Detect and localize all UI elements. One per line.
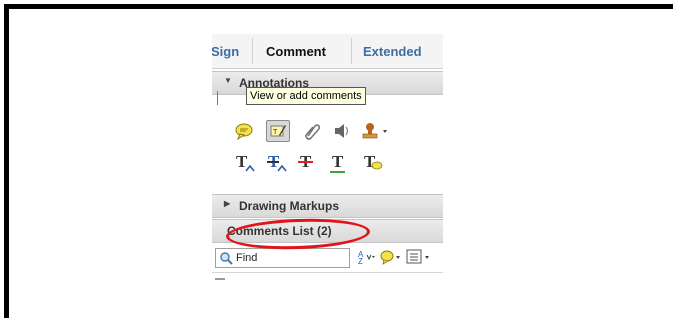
replace-text-icon[interactable]: T <box>266 152 288 174</box>
divider <box>217 91 218 105</box>
record-audio-icon[interactable] <box>330 120 354 142</box>
tab-comment[interactable]: Comment <box>266 44 326 59</box>
find-input[interactable]: Find <box>215 248 350 268</box>
svg-text:Z: Z <box>358 257 363 265</box>
frame-border-top <box>4 4 673 9</box>
insert-text-icon[interactable]: T <box>234 152 256 174</box>
tab-bar: Sign Comment Extended <box>212 34 443 69</box>
add-note-to-text-icon[interactable]: T <box>362 152 384 174</box>
filter-comments-icon[interactable] <box>380 249 402 270</box>
underline-icon[interactable]: T <box>330 152 352 174</box>
highlight-text-icon[interactable]: T <box>266 120 290 142</box>
tab-divider <box>252 38 253 64</box>
comments-toolbar: Find A Z <box>212 246 443 270</box>
comment-panel: Sign Comment Extended ▼ Annotations T T … <box>212 34 443 318</box>
sort-icon[interactable]: A Z <box>357 249 377 270</box>
view-or-add-comments-tooltip: View or add comments <box>246 87 366 105</box>
tab-extended[interactable]: Extended <box>363 44 422 59</box>
options-menu-icon[interactable] <box>406 249 432 270</box>
strikethrough-icon[interactable]: T <box>298 152 320 174</box>
tab-sign[interactable]: Sign <box>212 44 239 59</box>
search-icon <box>220 252 233 265</box>
attach-file-icon[interactable] <box>300 120 324 142</box>
expanded-arrow-icon: ▼ <box>224 76 232 85</box>
divider <box>212 272 443 273</box>
add-stamp-icon[interactable] <box>360 120 392 142</box>
drawing-markups-header[interactable]: ▶ Drawing Markups <box>212 194 443 218</box>
drawing-markups-header-label: Drawing Markups <box>239 199 340 213</box>
tab-divider <box>351 38 352 64</box>
find-input-text: Find <box>236 252 258 264</box>
frame-border-left <box>4 4 9 318</box>
collapsed-arrow-icon: ▶ <box>224 199 231 208</box>
list-item <box>215 278 225 280</box>
sticky-note-icon[interactable] <box>232 120 256 142</box>
svg-text:T: T <box>273 129 278 136</box>
